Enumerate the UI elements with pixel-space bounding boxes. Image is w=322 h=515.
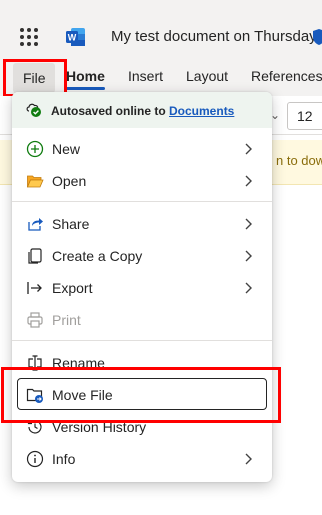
menu-item-share-label: Share — [52, 216, 90, 232]
menu-item-print: Print — [12, 304, 272, 336]
autosave-text: Autosaved online to Documents — [51, 104, 234, 118]
info-icon — [26, 450, 44, 468]
app-header: W My test document on Thursday — [0, 0, 322, 60]
copy-icon — [28, 248, 42, 264]
chevron-right-icon — [245, 250, 252, 262]
print-icon — [27, 312, 43, 328]
font-size-input[interactable]: 12 — [287, 102, 322, 130]
folder-open-icon — [26, 175, 44, 188]
menu-item-export[interactable]: Export — [12, 272, 272, 304]
tab-references[interactable]: References — [251, 68, 322, 84]
export-icon — [27, 282, 42, 294]
shield-icon[interactable] — [312, 28, 322, 46]
tab-insert[interactable]: Insert — [128, 68, 163, 84]
documents-link[interactable]: Documents — [169, 104, 234, 118]
chevron-right-icon — [245, 282, 252, 294]
document-title[interactable]: My test document on Thursday — [111, 28, 317, 45]
menu-item-print-label: Print — [52, 312, 81, 328]
menu-item-new-label: New — [52, 141, 81, 157]
plus-circle-icon — [26, 140, 44, 158]
share-icon — [28, 218, 43, 231]
menu-divider — [12, 340, 272, 341]
menu-item-info-label: Info — [52, 451, 76, 467]
tab-home[interactable]: Home — [66, 68, 105, 90]
font-size-value: 12 — [297, 108, 313, 124]
menu-item-open[interactable]: Open — [12, 165, 272, 197]
file-menu: Autosaved online to Documents New Open S… — [12, 92, 272, 482]
menu-item-share[interactable]: Share — [12, 208, 272, 240]
banner-text: n to dow — [276, 153, 322, 168]
menu-item-open-label: Open — [52, 173, 87, 189]
cloud-check-icon — [26, 103, 41, 117]
chevron-right-icon — [245, 218, 252, 230]
menu-item-info[interactable]: Info — [12, 443, 272, 475]
move-file-highlight — [1, 367, 281, 423]
chevron-right-icon — [245, 143, 252, 155]
menu-item-create-copy-label: Create a Copy — [52, 248, 143, 264]
menu-item-export-label: Export — [52, 280, 93, 296]
word-icon-letter: W — [68, 33, 77, 43]
menu-item-create-copy[interactable]: Create a Copy — [12, 240, 272, 272]
menu-divider — [12, 201, 272, 202]
menu-item-new[interactable]: New — [12, 133, 272, 165]
autosave-status: Autosaved online to Documents — [12, 92, 272, 128]
word-icon[interactable]: W — [66, 27, 86, 47]
tab-layout[interactable]: Layout — [186, 68, 228, 84]
app-launcher-icon[interactable] — [20, 28, 38, 46]
chevron-right-icon — [245, 453, 252, 465]
chevron-right-icon — [245, 175, 252, 187]
autosave-label: Autosaved online to — [51, 104, 170, 118]
